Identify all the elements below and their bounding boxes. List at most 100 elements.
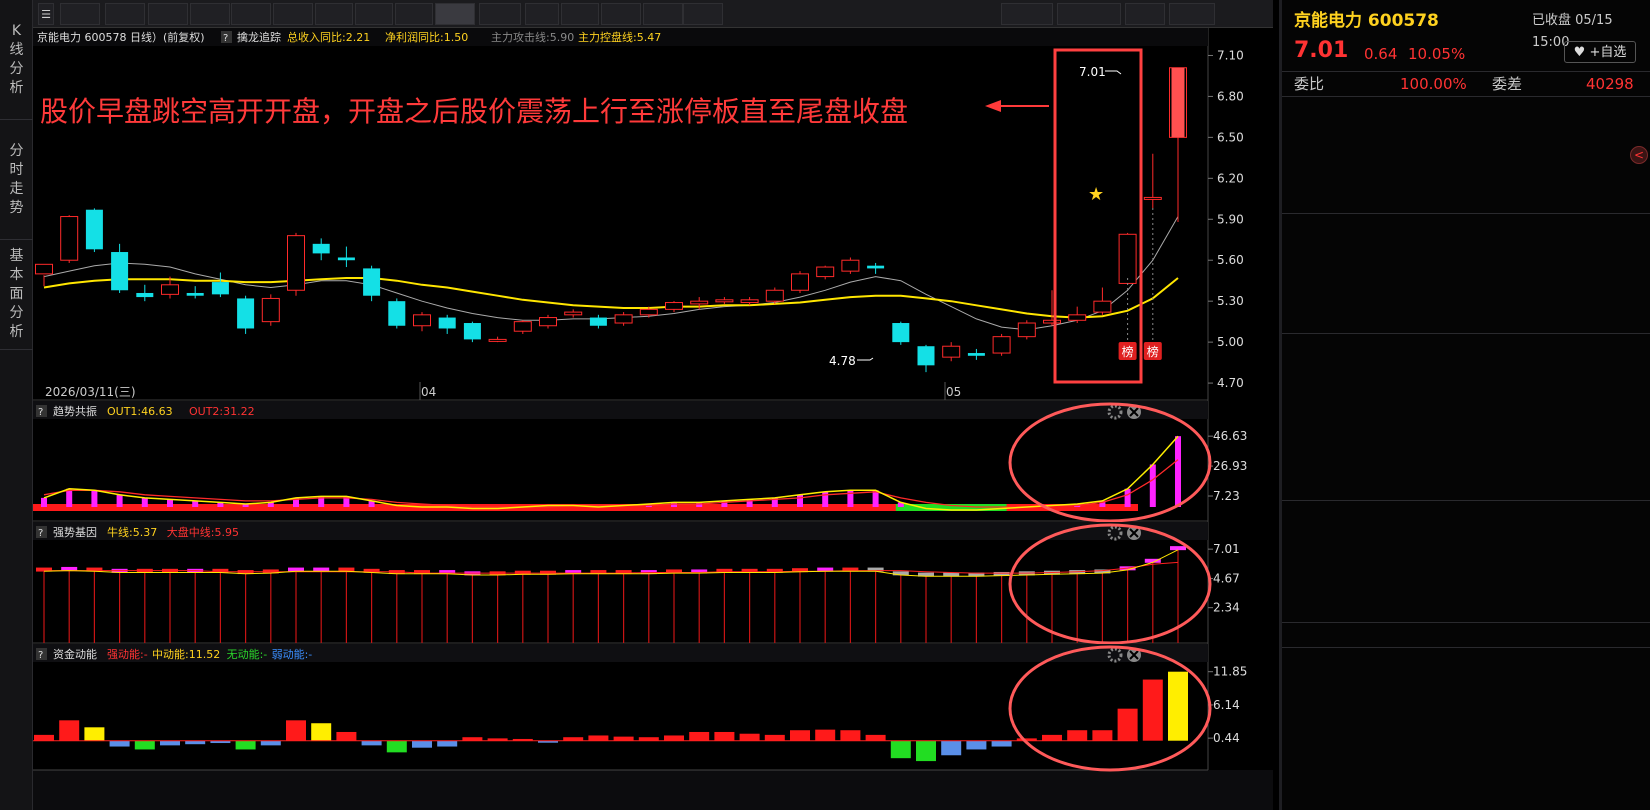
- candle-body[interactable]: [740, 299, 759, 304]
- candle-body[interactable]: [967, 353, 985, 356]
- stat-value: [1362, 382, 1456, 404]
- period-button-10[interactable]: [435, 3, 475, 25]
- view-button-3[interactable]: [1125, 3, 1165, 25]
- candle-body[interactable]: [665, 302, 683, 310]
- candle-body[interactable]: [917, 346, 935, 366]
- price-tick: 5.90: [1217, 212, 1244, 226]
- candle-body[interactable]: [363, 268, 381, 296]
- candle-body[interactable]: [85, 209, 103, 250]
- help-icon-label: ?: [38, 650, 43, 661]
- candle-body[interactable]: [791, 273, 809, 291]
- candle-body[interactable]: [539, 317, 557, 327]
- candle-body[interactable]: [816, 266, 835, 278]
- candle-body[interactable]: [1093, 300, 1112, 313]
- bid-volume: [1542, 262, 1636, 284]
- indicator-name: 擒龙追踪: [237, 30, 281, 44]
- view-button-4[interactable]: [1169, 3, 1215, 25]
- candle-body[interactable]: [867, 265, 885, 269]
- trend-bar: [116, 494, 123, 507]
- indicator-field-3: 无动能:-: [227, 647, 268, 661]
- menu-icon[interactable]: ☰: [38, 3, 54, 25]
- indicator-tick: 0.44: [1213, 731, 1240, 745]
- candle-body[interactable]: [211, 282, 229, 295]
- candle-body[interactable]: [765, 289, 784, 302]
- candle-body[interactable]: [639, 308, 658, 316]
- period-button-2[interactable]: [105, 3, 145, 25]
- candle-body[interactable]: [60, 216, 79, 261]
- indicator-field-2: 净利润同比:1.50: [385, 30, 468, 44]
- indicator-name: 强势基因: [53, 526, 97, 539]
- low-price-label: 4.78: [829, 354, 856, 368]
- candle-body[interactable]: [589, 317, 607, 326]
- nav-tab-1[interactable]: K线分析: [0, 0, 33, 120]
- help-icon-label: ?: [223, 33, 228, 44]
- stat-value: [1362, 430, 1456, 452]
- period-button-11[interactable]: [479, 3, 521, 25]
- candle-body[interactable]: [564, 311, 583, 316]
- tick-volume: [1482, 698, 1562, 720]
- indicator-field-3: 主力攻击线:5.90: [491, 30, 574, 44]
- period-button-14[interactable]: [601, 3, 641, 25]
- candle-body[interactable]: [690, 300, 709, 305]
- fund-bar: [336, 731, 357, 741]
- quote-panel: 京能电力 600578 已收盘 05/15 15:00 7.01 0.64 10…: [1279, 0, 1650, 810]
- candle-body[interactable]: [892, 323, 910, 343]
- candle-body[interactable]: [1043, 319, 1061, 324]
- period-button-7[interactable]: [315, 3, 353, 25]
- fund-bar: [563, 737, 584, 741]
- candle-body[interactable]: [136, 292, 154, 298]
- period-button-15[interactable]: [643, 3, 683, 25]
- candle-body[interactable]: [388, 301, 406, 326]
- period-button-1[interactable]: [60, 3, 100, 25]
- collapse-panel-icon[interactable]: <: [1630, 146, 1648, 164]
- nav-tab-2[interactable]: 分时走势: [0, 120, 33, 240]
- nav-tab-3[interactable]: 基本面分析: [0, 240, 33, 350]
- market-status: 已收盘 05/15 15:00: [1532, 13, 1613, 50]
- candle-body[interactable]: [35, 263, 53, 275]
- view-button-2[interactable]: [1057, 3, 1121, 25]
- candle-body[interactable]: [1068, 314, 1087, 321]
- period-button-13[interactable]: [561, 3, 599, 25]
- add-favorite-button[interactable]: ♥ +自选: [1564, 41, 1636, 63]
- candle-body[interactable]: [312, 243, 330, 254]
- candle-body[interactable]: [463, 323, 481, 340]
- fund-label: [1294, 574, 1366, 596]
- candle-body[interactable]: [261, 297, 280, 323]
- period-button-5[interactable]: [231, 3, 271, 25]
- period-button-16[interactable]: [683, 3, 723, 25]
- trend-bar: [167, 499, 173, 507]
- kline-chart[interactable]: 京能电力 600578 日线）(前复权)? 擒龙追踪 总收入同比:2.21 净利润同比…: [33, 28, 1273, 810]
- candle-body[interactable]: [614, 314, 633, 324]
- candle-body[interactable]: [237, 298, 255, 329]
- candle-body[interactable]: [1017, 322, 1036, 338]
- candle-body[interactable]: [1118, 233, 1137, 284]
- period-button-12[interactable]: [525, 3, 559, 25]
- candle-body[interactable]: [513, 321, 532, 332]
- candle-body[interactable]: [841, 259, 860, 272]
- view-button-1[interactable]: [1001, 3, 1053, 25]
- candle-body[interactable]: [438, 317, 456, 329]
- period-button-8[interactable]: [355, 3, 393, 25]
- candle-body[interactable]: [186, 292, 204, 296]
- indicator-field-2: 中动能:11.52: [152, 647, 220, 661]
- candle-body[interactable]: [942, 345, 961, 358]
- candle-body[interactable]: [992, 336, 1011, 354]
- candle-body[interactable]: [287, 235, 305, 291]
- period-button-6[interactable]: [273, 3, 313, 25]
- limit-up-candle[interactable]: [1171, 67, 1185, 138]
- candle-body[interactable]: [111, 252, 129, 291]
- candle-body[interactable]: [715, 299, 734, 303]
- period-button-9[interactable]: [395, 3, 433, 25]
- period-button-3[interactable]: [148, 3, 188, 25]
- candle-body[interactable]: [337, 257, 355, 261]
- candle-body[interactable]: [488, 338, 507, 342]
- trend-bar: [192, 500, 199, 507]
- period-button-4[interactable]: [190, 3, 230, 25]
- candle-body[interactable]: [413, 314, 431, 327]
- bid-volume: [1542, 239, 1636, 261]
- price-change: 0.64: [1364, 45, 1398, 63]
- candle-body[interactable]: [1143, 196, 1162, 200]
- fund-bar: [286, 720, 306, 741]
- tick-volume: [1482, 650, 1562, 672]
- candle-body[interactable]: [161, 284, 179, 295]
